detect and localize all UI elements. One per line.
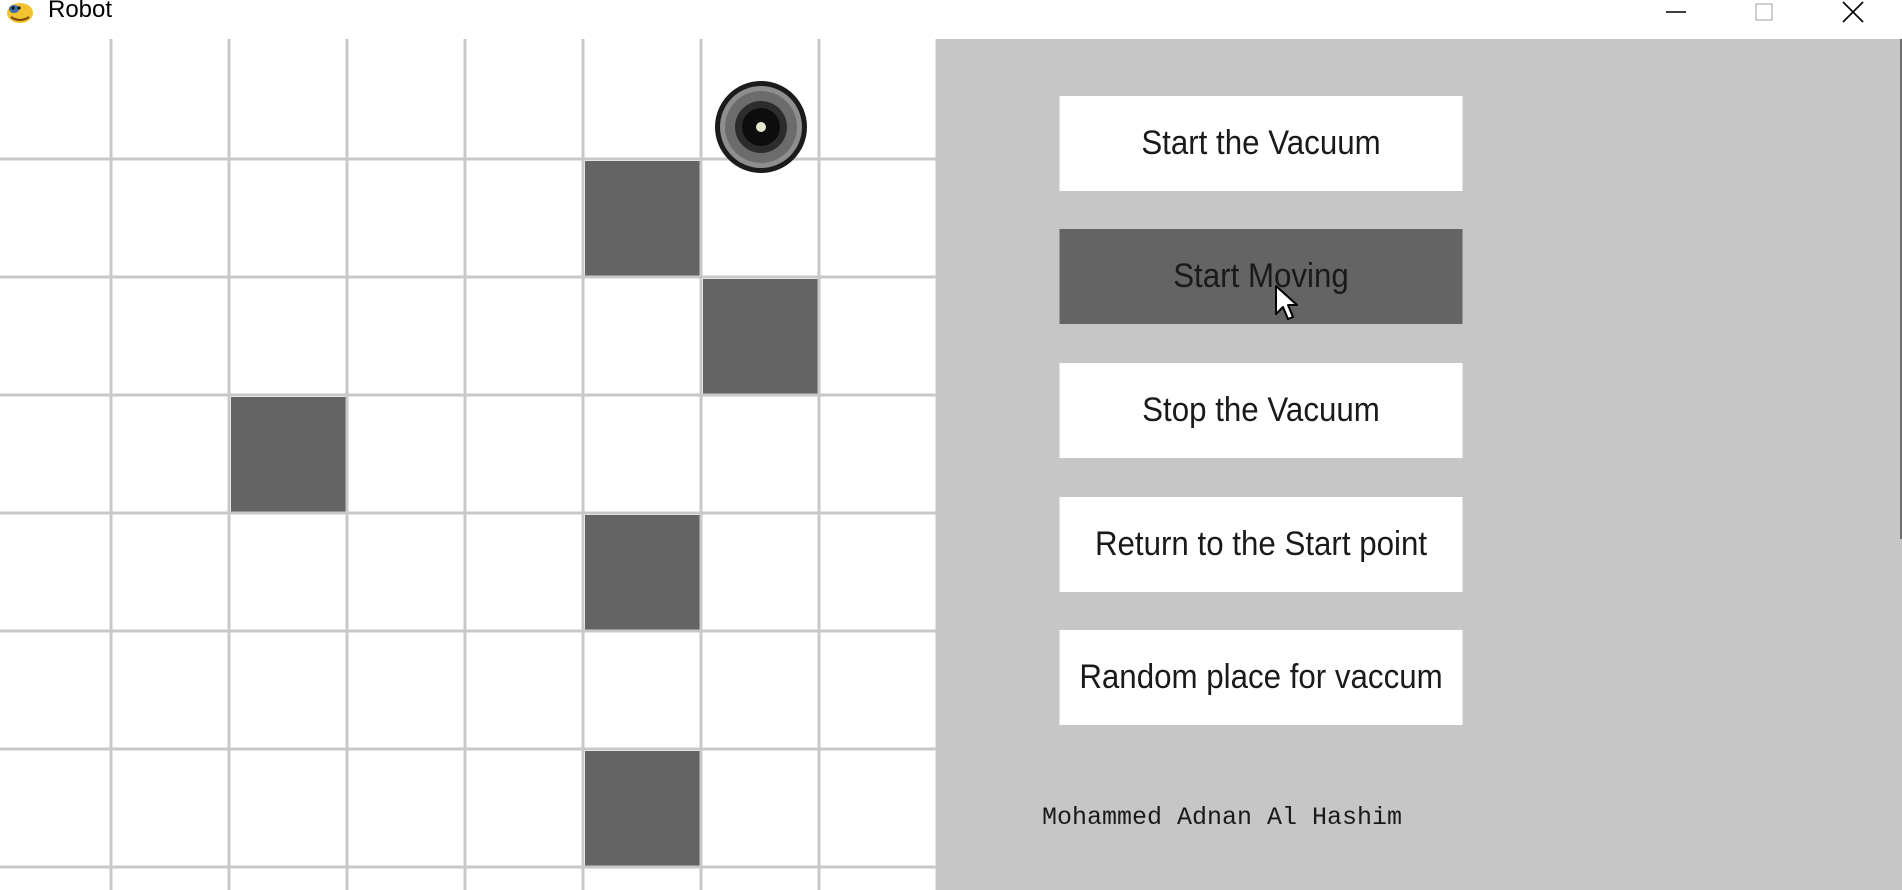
obstacle-cell[interactable]	[585, 161, 700, 276]
window-title: Robot	[48, 0, 113, 23]
grid-canvas[interactable]	[0, 39, 936, 890]
stop-vacuum-button[interactable]: Stop the Vacuum	[1059, 363, 1463, 458]
close-icon	[1842, 1, 1864, 23]
obstacle-cell[interactable]	[585, 515, 700, 630]
minimize-button[interactable]	[1641, 0, 1711, 24]
close-button[interactable]	[1818, 0, 1888, 24]
mouse-cursor-icon	[1274, 284, 1300, 327]
start-moving-button[interactable]: Start Moving	[1059, 229, 1463, 324]
python-snake-icon	[3, 0, 37, 26]
random-place-button[interactable]: Random place for vaccum	[1059, 630, 1463, 725]
minimize-icon	[1666, 11, 1686, 13]
obstacle-cell[interactable]	[703, 279, 818, 394]
maximize-icon	[1755, 3, 1773, 21]
return-start-button[interactable]: Return to the Start point	[1059, 497, 1463, 592]
maximize-button[interactable]	[1729, 0, 1799, 24]
start-vacuum-button[interactable]: Start the Vacuum	[1059, 96, 1463, 191]
author-label: Mohammed Adnan Al Hashim	[1042, 803, 1403, 832]
robot-vacuum-icon[interactable]	[715, 81, 807, 173]
obstacle-cell[interactable]	[231, 397, 346, 512]
vacuum-grid[interactable]	[0, 39, 936, 890]
control-panel: Start the Vacuum Start Moving Stop the V…	[936, 39, 1902, 890]
title-bar: Robot	[0, 0, 1902, 39]
grid-background	[0, 39, 936, 890]
obstacle-cell[interactable]	[585, 751, 700, 866]
